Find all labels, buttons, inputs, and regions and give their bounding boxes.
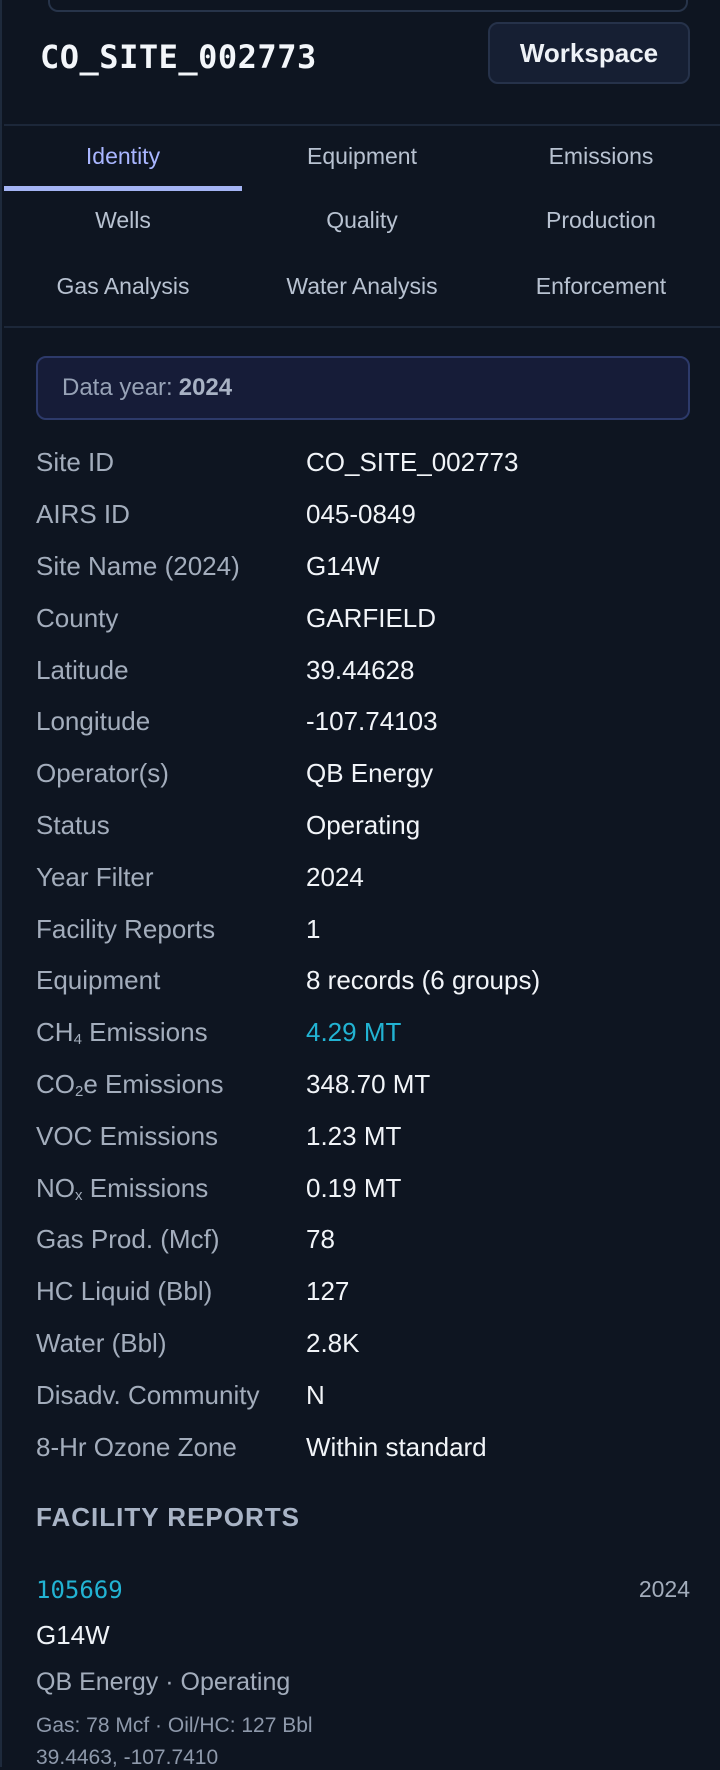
label-text: CO [36,1068,75,1099]
field-label: CH4 Emissions [36,1017,306,1048]
field-value: 4.29 MT [306,1017,402,1048]
field-value: Operating [306,809,421,840]
field-label: Facility Reports [36,913,216,944]
field-value: 2024 [306,861,364,892]
data-year-value: 2024 [178,374,233,401]
field-row: Equipment 8 records (6 groups) [36,955,686,1007]
field-value: QB Energy [306,758,434,789]
field-row: CH4 Emissions 4.29 MT [36,1007,686,1059]
field-label: VOC Emissions [36,1120,219,1151]
facility-report-card[interactable]: 105669 2024 G14W QB Energy · Operating G… [36,1568,690,1769]
field-label: Gas Prod. (Mcf) [36,1224,220,1255]
field-label: Site ID [36,447,115,478]
page-title: CO_SITE_002773 [40,38,317,76]
field-value: 0.19 MT [306,1172,402,1203]
field-value: 8 records (6 groups) [306,965,541,996]
report-production: Gas: 78 Mcf · Oil/HC: 127 Bbl [36,1714,313,1737]
field-value: 39.44628 [306,654,415,685]
label-text: Emissions [82,1172,209,1203]
report-year: 2024 [638,1576,690,1602]
field-value: 2.8K [306,1327,360,1358]
field-row: Facility Reports 1 [36,903,686,955]
tab-water-analysis[interactable]: Water Analysis [243,256,481,316]
field-label: CO2e Emissions [36,1069,306,1100]
field-row: Operator(s) QB Energy [36,748,686,800]
field-value: -107.74103 [306,706,438,737]
label-subscript: 4 [73,1031,82,1049]
field-label: Operator(s) [36,758,169,789]
tab-equipment[interactable]: Equipment [243,126,481,186]
field-value: 78 [306,1224,335,1255]
field-row: CO2e Emissions 348.70 MT [36,1059,686,1111]
data-year-banner: Data year: 2024 [36,356,690,420]
app-frame: CO_SITE_002773 Workspace Identity Equipm… [0,0,720,1769]
label-subscript: x [75,1186,83,1204]
field-row: Latitude 39.44628 [36,644,686,696]
field-row: Year Filter 2024 [36,851,686,903]
tab-quality[interactable]: Quality [243,190,481,250]
field-row: VOC Emissions 1.23 MT [36,1110,686,1162]
top-panel-edge [48,0,688,12]
field-value: 127 [306,1276,350,1307]
field-label: Disadv. Community [36,1379,260,1410]
label-text: NO [36,1172,75,1203]
field-label: Year Filter [36,861,154,892]
field-label: AIRS ID [36,499,130,530]
field-label: 8-Hr Ozone Zone [36,1431,237,1462]
field-value: 1.23 MT [306,1120,402,1151]
field-label: Latitude [36,654,129,685]
tab-emissions[interactable]: Emissions [482,126,720,186]
field-row: Disadv. Community N [36,1369,686,1421]
workspace-button[interactable]: Workspace [488,22,690,84]
tab-gas-analysis[interactable]: Gas Analysis [4,256,242,316]
field-row: Gas Prod. (Mcf) 78 [36,1214,686,1266]
label-text: CH [36,1017,74,1048]
field-label: NOx Emissions [36,1173,306,1204]
tab-production[interactable]: Production [482,190,720,250]
field-label: Water (Bbl) [36,1327,167,1358]
field-row: Site ID CO_SITE_002773 [36,437,686,489]
field-value: CO_SITE_002773 [306,447,519,478]
field-row: HC Liquid (Bbl) 127 [36,1266,686,1318]
report-coordinates: 39.4463, -107.7410 [36,1746,219,1769]
label-text: Emissions [81,1017,208,1048]
label-text: e Emissions [83,1068,224,1099]
field-value: G14W [306,550,380,581]
field-row: 8-Hr Ozone Zone Within standard [36,1421,686,1473]
tab-bar: Identity Equipment Emissions Wells Quali… [4,124,720,328]
tab-wells[interactable]: Wells [4,190,242,250]
tab-identity[interactable]: Identity [4,126,242,186]
tab-enforcement[interactable]: Enforcement [482,256,720,316]
report-id-link[interactable]: 105669 [36,1576,123,1604]
report-site-name: G14W [36,1620,110,1650]
report-operator-status: QB Energy · Operating [36,1668,291,1696]
field-value: GARFIELD [306,602,437,633]
field-row: Status Operating [36,800,686,852]
field-row: AIRS ID 045-0849 [36,489,686,541]
field-row: County GARFIELD [36,592,686,644]
field-value: 348.70 MT [306,1068,431,1099]
facility-reports-heading: FACILITY REPORTS [36,1502,300,1532]
identity-fields: Site ID CO_SITE_002773 AIRS ID 045-0849 Si… [36,437,686,1473]
field-row: Water (Bbl) 2.8K [36,1318,686,1370]
field-value: 1 [306,913,321,944]
field-label: Equipment [36,965,161,996]
field-value: 045-0849 [306,499,416,530]
field-label: Status [36,809,110,840]
field-row: NOx Emissions 0.19 MT [36,1162,686,1214]
field-value: N [306,1379,325,1410]
data-year-label: Data year: [62,374,173,401]
field-row: Site Name (2024) G14W [36,541,686,593]
field-label: HC Liquid (Bbl) [36,1276,213,1307]
field-label: Site Name (2024) [36,550,240,581]
field-label: Longitude [36,706,151,737]
field-value: Within standard [306,1431,487,1462]
field-label: County [36,602,119,633]
field-row: Longitude -107.74103 [36,696,686,748]
